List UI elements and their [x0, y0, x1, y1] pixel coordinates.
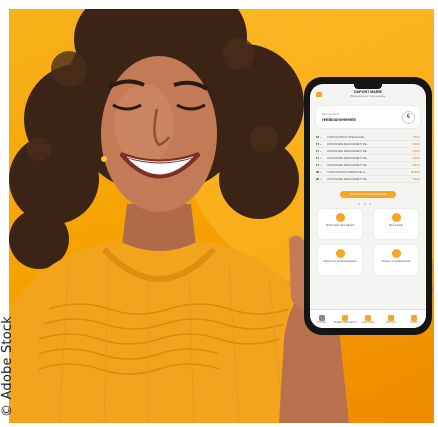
- smartphone: DUPONT MARIE Bienvenue sur votre espace …: [304, 77, 432, 335]
- tx-label: CONSULTATION MEDECINE G...: [327, 170, 368, 174]
- tile-label: Suivre mes remboursements: [323, 260, 357, 263]
- tx-label: HONORAIRE MEDICAMENT RE...: [327, 142, 369, 146]
- tile-find-professional[interactable]: Trouver un professionnel: [374, 245, 418, 275]
- euro-coin-icon: [335, 249, 345, 258]
- list-item[interactable]: 28 ... HONORAIRE MEDICAMENT RE... 7,04 €: [316, 176, 420, 183]
- card-label: Mes derniers: [322, 112, 340, 116]
- euro-icon: €: [402, 111, 415, 124]
- list-item[interactable]: 17 ... HONORAIRE MEDICAMENT RE... 2,51 €: [316, 162, 420, 169]
- card-title: remboursements: [322, 117, 356, 122]
- map-pin-icon: [391, 249, 401, 258]
- tx-label: HONORAIRE MEDICAMENT RE...: [327, 149, 369, 153]
- tab-label: PROFIL: [410, 321, 419, 324]
- tx-date: 17 ...: [316, 163, 322, 167]
- shield-icon: [364, 314, 371, 321]
- phone-screen: DUPONT MARIE Bienvenue sur votre espace …: [310, 84, 426, 328]
- transaction-list: 18 ... CONSULTATION SPECIALISE... 7,50 €…: [316, 134, 420, 183]
- tx-amount: 2,52 €: [412, 149, 420, 153]
- phone-icon: [388, 314, 395, 321]
- tab-profile[interactable]: PROFIL: [403, 314, 425, 324]
- home-icon: [318, 314, 325, 321]
- tx-amount: 7,50 €: [412, 135, 420, 139]
- tx-label: CONSULTATION SPECIALISE...: [327, 135, 367, 139]
- tab-label: ACCUEIL: [316, 321, 327, 324]
- tx-date: 17 ...: [316, 156, 322, 160]
- phone-notch: [354, 84, 382, 89]
- app-subtitle: Bienvenue sur votre espace: [350, 94, 386, 98]
- list-item[interactable]: 17 ... HONORAIRE MEDICAMENT RE... 8,01 €: [316, 141, 420, 148]
- tile-label: Mon contrat: [389, 224, 403, 227]
- stock-photo: DUPONT MARIE Bienvenue sur votre espace …: [9, 9, 434, 423]
- tab-home[interactable]: ACCUEIL: [311, 314, 333, 324]
- list-item[interactable]: 17 ... HONORAIRE MEDICAMENT RE... 2,52 €: [316, 148, 420, 155]
- tile-contract[interactable]: Mon contrat: [374, 209, 418, 239]
- tx-date: 17 ...: [316, 142, 322, 146]
- list-item[interactable]: 18 ... CONSULTATION SPECIALISE... 7,50 €: [316, 134, 420, 141]
- tx-date: 09 ...: [316, 170, 322, 174]
- tx-amount: 2,51 €: [412, 163, 420, 167]
- tx-label: HONORAIRE MEDICAMENT RE...: [327, 163, 369, 167]
- tx-amount: 25,50 €: [411, 170, 420, 174]
- euro-icon: [341, 314, 348, 321]
- tx-label: HONORAIRE MEDICAMENT RE...: [327, 177, 369, 181]
- tab-label: REMBOURSEMENTS: [333, 321, 357, 324]
- user-icon: [411, 314, 418, 321]
- pagination-dots: ● ● ●: [358, 201, 373, 206]
- tab-label: GARANTIES: [361, 321, 375, 324]
- stock-watermark: © Adobe Stock: [0, 316, 15, 417]
- tile-label: Trouver un professionnel: [381, 260, 411, 263]
- document-icon: [391, 213, 401, 222]
- reimbursements-card[interactable]: Mes derniers remboursements €: [316, 106, 420, 128]
- tile-track-reimbursements[interactable]: Suivre mes remboursements: [318, 245, 362, 275]
- bottom-tab-bar: ACCUEIL REMBOURSEMENTS GARANTIES CONTACT…: [310, 309, 426, 328]
- tx-date: 28 ...: [316, 177, 322, 181]
- tx-label: HONORAIRE MEDICAMENT RE...: [327, 156, 369, 160]
- card-icon: [335, 213, 345, 222]
- tx-amount: 3,22 €: [412, 156, 420, 160]
- tile-label: Wi-Fi Carte Tiers Payant: [325, 224, 355, 227]
- see-all-reimbursements-button[interactable]: Voir tous mes remboursements: [340, 191, 396, 198]
- tab-label: CONTACT: [385, 321, 397, 324]
- list-item[interactable]: 09 ... CONSULTATION MEDECINE G... 25,50 …: [316, 169, 420, 176]
- tile-tiers-payant[interactable]: Wi-Fi Carte Tiers Payant: [318, 209, 362, 239]
- tx-date: 18 ...: [316, 135, 322, 139]
- tab-contact[interactable]: CONTACT: [380, 314, 402, 324]
- tx-date: 17 ...: [316, 149, 322, 153]
- list-item[interactable]: 17 ... HONORAIRE MEDICAMENT RE... 3,22 €: [316, 155, 420, 162]
- app-header: DUPONT MARIE Bienvenue sur votre espace: [318, 90, 418, 98]
- tx-amount: 7,04 €: [412, 177, 420, 181]
- tab-guarantees[interactable]: GARANTIES: [357, 314, 379, 324]
- tab-reimbursements[interactable]: REMBOURSEMENTS: [333, 314, 357, 324]
- tx-amount: 8,01 €: [412, 142, 420, 146]
